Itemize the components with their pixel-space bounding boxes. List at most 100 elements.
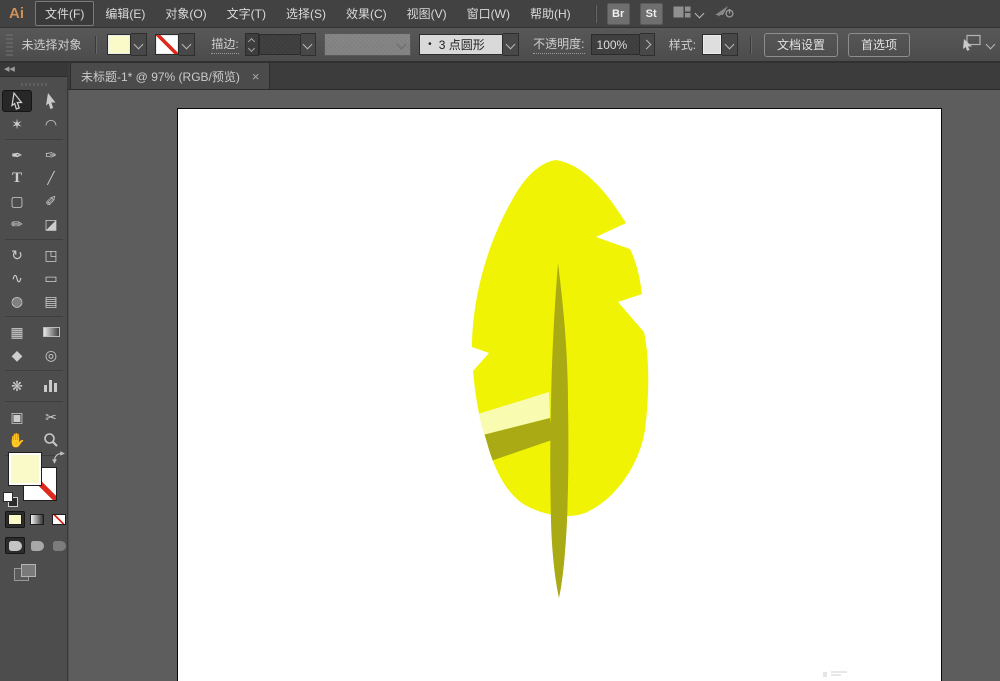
symbol-sprayer-tool[interactable]: ❋	[2, 375, 32, 397]
rotate-tool-icon: ↻	[11, 248, 23, 262]
opacity-input[interactable]: 100%	[591, 34, 640, 55]
draw-behind-button[interactable]	[27, 537, 47, 554]
paintbrush-tool-icon: ✐	[45, 194, 57, 208]
swap-fill-stroke-button[interactable]	[52, 451, 65, 469]
style-dropdown[interactable]	[702, 33, 738, 56]
menu-item-object[interactable]: 对象(O)	[156, 2, 215, 25]
free-transform-tool-icon: ▭	[44, 271, 57, 285]
rotate-tool[interactable]: ↻	[2, 244, 32, 266]
menu-item-file[interactable]: 文件(F)	[35, 1, 94, 26]
tools-panel-header[interactable]: ◀◀	[0, 63, 68, 77]
tools-divider	[5, 239, 63, 240]
lasso-tool-icon: ◠	[45, 117, 57, 131]
eraser-tool-icon: ◪	[44, 217, 57, 231]
artboard[interactable]	[178, 109, 941, 681]
menu-item-select[interactable]: 选择(S)	[277, 2, 335, 25]
column-graph-tool-icon	[43, 379, 59, 393]
collapse-panel-icon: ◀◀	[4, 66, 15, 73]
canvas-pasteboard[interactable]	[69, 90, 1000, 681]
width-tool[interactable]: ∿	[2, 267, 32, 289]
gradient-tool[interactable]	[36, 321, 66, 343]
eyedropper-tool-icon: ◆	[12, 348, 23, 362]
control-divider-2	[750, 36, 752, 54]
selection-tool[interactable]	[2, 90, 32, 112]
menu-item-type[interactable]: 文字(T)	[218, 2, 275, 25]
fill-chevron	[131, 33, 147, 56]
slice-tool[interactable]: ✂	[36, 406, 66, 428]
menu-item-window[interactable]: 窗口(W)	[458, 2, 519, 25]
opacity-chevron[interactable]	[640, 33, 655, 56]
line-segment-tool-icon: ╱	[47, 172, 54, 184]
eraser-tool[interactable]: ◪	[36, 213, 66, 235]
bridge-button[interactable]: Br	[607, 3, 630, 25]
app-logo: Ai	[9, 5, 24, 22]
stroke-weight-stepper[interactable]	[245, 33, 259, 56]
column-graph-tool[interactable]	[36, 375, 66, 397]
stock-button[interactable]: St	[640, 3, 663, 25]
fill-color-dropdown[interactable]	[107, 33, 147, 56]
gradient-button[interactable]	[27, 511, 47, 528]
rectangle-tool[interactable]: ▢	[2, 190, 32, 212]
lasso-tool[interactable]: ◠	[36, 113, 66, 135]
direct-selection-tool-icon	[44, 92, 59, 110]
pencil-tool[interactable]: ✏	[2, 213, 32, 235]
curvature-tool[interactable]: ✑	[36, 144, 66, 166]
stroke-chevron	[179, 33, 195, 56]
close-tab-icon[interactable]: ×	[252, 70, 260, 83]
blend-tool[interactable]: ◎	[36, 344, 66, 366]
tools-grid: ✶◠✒✑T╱▢✐✏◪↻◳∿▭◍▤▦◆◎❋▣✂✋	[0, 90, 67, 459]
preferences-button[interactable]: 首选项	[848, 33, 910, 57]
direct-selection-tool[interactable]	[36, 90, 66, 112]
shape-builder-tool-icon: ◍	[11, 294, 23, 308]
arrange-documents-button[interactable]	[958, 34, 994, 56]
tab-bar: 未标题-1* @ 97% (RGB/预览) ×	[68, 63, 1000, 90]
type-tool-icon: T	[12, 171, 22, 186]
opacity-label[interactable]: 不透明度:	[533, 35, 584, 54]
rectangle-tool-icon: ▢	[10, 194, 23, 208]
screen-mode-button[interactable]	[14, 564, 36, 581]
eyedropper-tool[interactable]: ◆	[2, 344, 32, 366]
line-segment-tool[interactable]: ╱	[36, 167, 66, 189]
gradient-tool-icon	[43, 325, 60, 339]
brush-name: 3 点圆形	[439, 36, 485, 53]
artboard-tool[interactable]: ▣	[2, 406, 32, 428]
type-tool[interactable]: T	[2, 167, 32, 189]
perspective-grid-tool-icon: ▤	[44, 294, 57, 308]
feather-artwork[interactable]	[178, 109, 941, 681]
magic-wand-tool[interactable]: ✶	[2, 113, 32, 135]
default-fill-stroke-button[interactable]	[3, 492, 17, 506]
shape-builder-tool[interactable]: ◍	[2, 290, 32, 312]
menu-item-edit[interactable]: 编辑(E)	[96, 2, 154, 25]
mesh-tool[interactable]: ▦	[2, 321, 32, 343]
drawing-mode-row	[5, 537, 69, 554]
brush-definition-dropdown[interactable]: • 3 点圆形	[419, 33, 519, 56]
stroke-weight-label[interactable]: 描边:	[211, 35, 238, 54]
document-setup-button[interactable]: 文档设置	[764, 33, 838, 57]
cs-live-button[interactable]	[713, 3, 735, 24]
scale-tool[interactable]: ◳	[36, 244, 66, 266]
menu-item-effect[interactable]: 效果(C)	[337, 2, 396, 25]
artboard-tool-icon: ▣	[10, 410, 23, 424]
panel-grip[interactable]	[6, 34, 13, 56]
selection-tool-icon	[10, 92, 25, 110]
slice-tool-icon: ✂	[45, 410, 57, 424]
pen-tool[interactable]: ✒	[2, 144, 32, 166]
perspective-grid-tool[interactable]: ▤	[36, 290, 66, 312]
stroke-color-dropdown[interactable]	[155, 33, 195, 56]
faint-watermark	[823, 669, 849, 677]
fill-proxy[interactable]	[8, 452, 42, 486]
workspace-switcher[interactable]	[673, 5, 703, 23]
tools-panel-grip[interactable]	[21, 83, 47, 86]
paintbrush-tool[interactable]: ✐	[36, 190, 66, 212]
menu-item-help[interactable]: 帮助(H)	[521, 2, 580, 25]
free-transform-tool[interactable]: ▭	[36, 267, 66, 289]
document-tab[interactable]: 未标题-1* @ 97% (RGB/预览) ×	[70, 63, 270, 89]
stroke-weight-chevron[interactable]	[301, 33, 316, 56]
pen-tool-icon: ✒	[11, 148, 23, 162]
blend-tool-icon: ◎	[45, 348, 57, 362]
menu-item-view[interactable]: 视图(V)	[398, 2, 456, 25]
color-button[interactable]	[5, 511, 25, 528]
stroke-weight-input[interactable]	[259, 34, 301, 55]
draw-normal-button[interactable]	[5, 537, 25, 554]
none-button[interactable]	[49, 511, 69, 528]
